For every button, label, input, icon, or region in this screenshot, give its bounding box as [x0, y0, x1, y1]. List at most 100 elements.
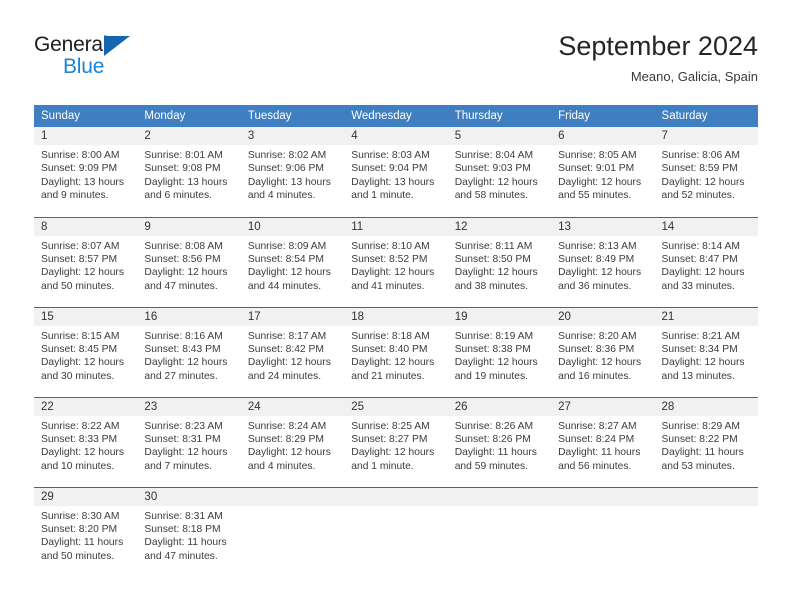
- daylight-text-line2: and 56 minutes.: [558, 460, 632, 472]
- page-title: September 2024: [558, 31, 758, 61]
- day-cell[interactable]: 7 Sunrise: 8:06 AM Sunset: 8:59 PM Dayli…: [654, 127, 758, 217]
- day-number: 24: [240, 397, 345, 416]
- day-cell[interactable]: 4 Sunrise: 8:03 AM Sunset: 9:04 PM Dayli…: [344, 127, 448, 217]
- day-number: 30: [137, 487, 241, 506]
- day-details: Sunrise: 8:30 AM Sunset: 8:20 PM Dayligh…: [34, 506, 137, 564]
- day-cell[interactable]: 21 Sunrise: 8:21 AM Sunset: 8:34 PM Dayl…: [654, 306, 758, 397]
- day-cell[interactable]: 23 Sunrise: 8:23 AM Sunset: 8:31 PM Dayl…: [137, 396, 241, 487]
- triangle-icon: [104, 36, 130, 56]
- calendar-week-row: 15 Sunrise: 8:15 AM Sunset: 8:45 PM Dayl…: [34, 306, 758, 397]
- daylight-text-line1: Daylight: 12 hours: [144, 267, 228, 279]
- day-cell[interactable]: 11 Sunrise: 8:10 AM Sunset: 8:52 PM Dayl…: [344, 216, 448, 307]
- sunset-text: Sunset: 8:38 PM: [454, 343, 531, 355]
- day-cell[interactable]: 29 Sunrise: 8:30 AM Sunset: 8:20 PM Dayl…: [34, 486, 138, 577]
- daylight-text-line1: Daylight: 11 hours: [41, 537, 124, 549]
- day-cell[interactable]: 6 Sunrise: 8:05 AM Sunset: 9:01 PM Dayli…: [551, 127, 655, 217]
- day-details: Sunrise: 8:29 AM Sunset: 8:22 PM Dayligh…: [655, 416, 758, 474]
- day-details: Sunrise: 8:26 AM Sunset: 8:26 PM Dayligh…: [448, 416, 551, 474]
- day-cell[interactable]: 27 Sunrise: 8:27 AM Sunset: 8:24 PM Dayl…: [551, 396, 655, 487]
- day-number: 6: [551, 127, 655, 145]
- day-cell[interactable]: 18 Sunrise: 8:18 AM Sunset: 8:40 PM Dayl…: [344, 306, 448, 397]
- sunset-text: Sunset: 9:08 PM: [144, 163, 221, 175]
- day-number: 5: [447, 127, 552, 145]
- sunset-text: Sunset: 9:01 PM: [558, 163, 635, 175]
- day-cell[interactable]: 12 Sunrise: 8:11 AM Sunset: 8:50 PM Dayl…: [447, 216, 552, 307]
- sunrise-text: Sunrise: 8:30 AM: [41, 510, 120, 522]
- day-number: 8: [34, 217, 138, 236]
- day-cell[interactable]: 3 Sunrise: 8:02 AM Sunset: 9:06 PM Dayli…: [240, 127, 345, 217]
- day-cell[interactable]: 1 Sunrise: 8:00 AM Sunset: 9:09 PM Dayli…: [34, 127, 138, 217]
- sunrise-text: Sunrise: 8:15 AM: [41, 330, 120, 342]
- weekday-header-thursday: Thursday: [447, 105, 552, 127]
- day-details: Sunrise: 8:11 AM Sunset: 8:50 PM Dayligh…: [448, 236, 551, 294]
- daylight-text-line1: Daylight: 12 hours: [351, 447, 435, 459]
- day-cell[interactable]: 20 Sunrise: 8:20 AM Sunset: 8:36 PM Dayl…: [551, 306, 655, 397]
- day-details: Sunrise: 8:19 AM Sunset: 8:38 PM Dayligh…: [448, 326, 551, 384]
- daylight-text-line2: and 27 minutes.: [144, 370, 218, 382]
- sunrise-text: Sunrise: 8:07 AM: [41, 240, 120, 252]
- sunset-text: Sunset: 8:47 PM: [661, 253, 738, 265]
- day-cell[interactable]: 10 Sunrise: 8:09 AM Sunset: 8:54 PM Dayl…: [240, 216, 345, 307]
- day-cell[interactable]: 17 Sunrise: 8:17 AM Sunset: 8:42 PM Dayl…: [240, 306, 345, 397]
- daylight-text-line2: and 1 minute.: [351, 460, 414, 472]
- daylight-text-line2: and 4 minutes.: [247, 190, 316, 202]
- sunrise-text: Sunrise: 8:27 AM: [558, 420, 637, 432]
- day-number: 21: [654, 307, 758, 326]
- day-cell[interactable]: 13 Sunrise: 8:13 AM Sunset: 8:49 PM Dayl…: [551, 216, 655, 307]
- day-cell[interactable]: 25 Sunrise: 8:25 AM Sunset: 8:27 PM Dayl…: [344, 396, 448, 487]
- brand-name-bottom: Blue: [63, 55, 105, 78]
- brand-logo[interactable]: General Blue: [34, 33, 214, 81]
- sunrise-text: Sunrise: 8:00 AM: [41, 150, 120, 161]
- day-details: Sunrise: 8:15 AM Sunset: 8:45 PM Dayligh…: [34, 326, 137, 384]
- day-cell[interactable]: 8 Sunrise: 8:07 AM Sunset: 8:57 PM Dayli…: [34, 216, 138, 307]
- daylight-text-line2: and 58 minutes.: [454, 190, 528, 202]
- day-cell[interactable]: 14 Sunrise: 8:14 AM Sunset: 8:47 PM Dayl…: [654, 216, 758, 307]
- day-cell[interactable]: 15 Sunrise: 8:15 AM Sunset: 8:45 PM Dayl…: [34, 306, 138, 397]
- day-cell[interactable]: 28 Sunrise: 8:29 AM Sunset: 8:22 PM Dayl…: [654, 396, 758, 487]
- daylight-text-line1: Daylight: 12 hours: [661, 267, 745, 279]
- sunrise-text: Sunrise: 8:02 AM: [247, 150, 327, 161]
- day-details: Sunrise: 8:20 AM Sunset: 8:36 PM Dayligh…: [551, 326, 654, 384]
- sunset-text: Sunset: 8:50 PM: [454, 253, 531, 265]
- day-details: Sunrise: 8:09 AM Sunset: 8:54 PM Dayligh…: [241, 236, 344, 294]
- daylight-text-line2: and 21 minutes.: [351, 370, 425, 382]
- sunrise-text: Sunrise: 8:19 AM: [454, 330, 534, 342]
- sunset-text: Sunset: 8:34 PM: [661, 343, 738, 355]
- calendar-week-row: 29 Sunrise: 8:30 AM Sunset: 8:20 PM Dayl…: [34, 486, 758, 577]
- sunrise-text: Sunrise: 8:09 AM: [247, 240, 327, 252]
- day-number: 12: [447, 217, 552, 236]
- sunset-text: Sunset: 9:04 PM: [351, 163, 428, 175]
- day-cell[interactable]: 2 Sunrise: 8:01 AM Sunset: 9:08 PM Dayli…: [137, 127, 241, 217]
- day-number: [551, 487, 655, 506]
- day-details: [241, 506, 344, 510]
- sunrise-text: Sunrise: 8:23 AM: [144, 420, 223, 432]
- day-cell[interactable]: 22 Sunrise: 8:22 AM Sunset: 8:33 PM Dayl…: [34, 396, 138, 487]
- daylight-text-line2: and 53 minutes.: [661, 460, 735, 472]
- day-number: 15: [34, 307, 138, 326]
- day-cell[interactable]: 19 Sunrise: 8:19 AM Sunset: 8:38 PM Dayl…: [447, 306, 552, 397]
- day-details: Sunrise: 8:14 AM Sunset: 8:47 PM Dayligh…: [655, 236, 758, 294]
- day-cell[interactable]: 24 Sunrise: 8:24 AM Sunset: 8:29 PM Dayl…: [240, 396, 345, 487]
- sunset-text: Sunset: 8:40 PM: [351, 343, 428, 355]
- day-cell[interactable]: 16 Sunrise: 8:16 AM Sunset: 8:43 PM Dayl…: [137, 306, 241, 397]
- daylight-text-line2: and 47 minutes.: [144, 550, 218, 562]
- day-cell[interactable]: 26 Sunrise: 8:26 AM Sunset: 8:26 PM Dayl…: [447, 396, 552, 487]
- sunset-text: Sunset: 8:20 PM: [41, 523, 118, 535]
- day-number: 13: [551, 217, 655, 236]
- sunset-text: Sunset: 8:24 PM: [558, 433, 635, 445]
- sunrise-text: Sunrise: 8:22 AM: [41, 420, 120, 432]
- day-number: [344, 487, 448, 506]
- day-cell[interactable]: 9 Sunrise: 8:08 AM Sunset: 8:56 PM Dayli…: [137, 216, 241, 307]
- day-number: 3: [240, 127, 345, 145]
- sunrise-text: Sunrise: 8:16 AM: [144, 330, 223, 342]
- daylight-text-line2: and 50 minutes.: [41, 550, 115, 562]
- day-details: Sunrise: 8:21 AM Sunset: 8:34 PM Dayligh…: [655, 326, 758, 384]
- sunrise-text: Sunrise: 8:26 AM: [454, 420, 534, 432]
- day-cell[interactable]: 5 Sunrise: 8:04 AM Sunset: 9:03 PM Dayli…: [447, 127, 552, 217]
- day-details: Sunrise: 8:23 AM Sunset: 8:31 PM Dayligh…: [137, 416, 240, 474]
- daylight-text-line1: Daylight: 13 hours: [351, 176, 435, 188]
- day-cell[interactable]: 30 Sunrise: 8:31 AM Sunset: 8:18 PM Dayl…: [137, 486, 241, 577]
- sunrise-text: Sunrise: 8:08 AM: [144, 240, 223, 252]
- sunrise-text: Sunrise: 8:17 AM: [247, 330, 327, 342]
- sunset-text: Sunset: 8:27 PM: [351, 433, 428, 445]
